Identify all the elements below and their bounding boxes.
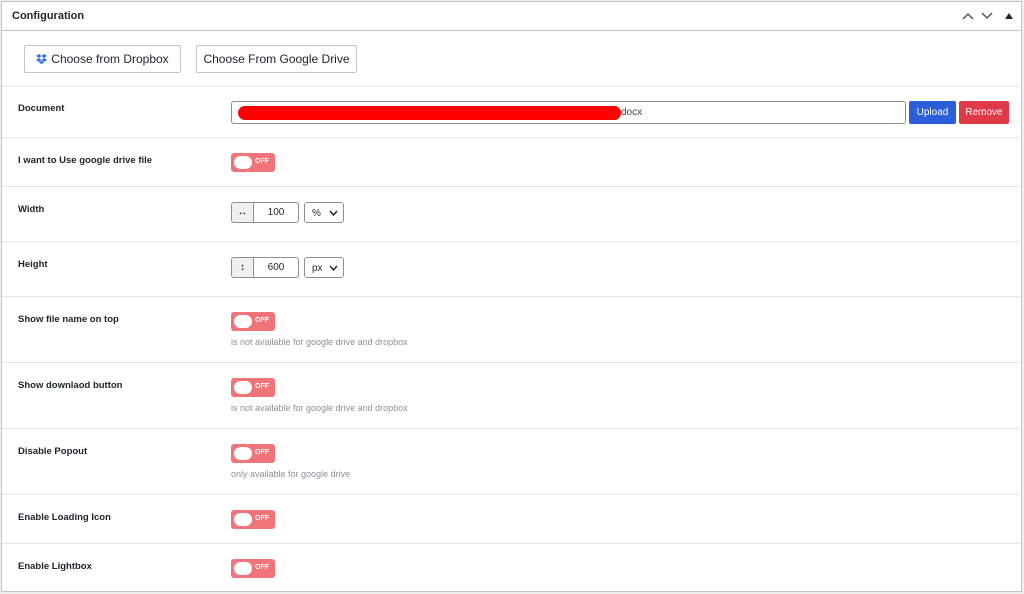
chevron-down-icon (329, 263, 338, 274)
disable-popout-toggle[interactable]: OFF (231, 444, 275, 463)
row-disable-popout: Disable Popout OFF only available for go… (2, 429, 1021, 495)
redaction-bar (238, 106, 621, 120)
height-group: ↕ 600 (231, 257, 299, 278)
toggle-state: OFF (255, 564, 269, 571)
toggle-knob (234, 315, 252, 328)
toggle-knob (234, 447, 252, 460)
loading-icon-label: Enable Loading Icon (18, 512, 111, 523)
remove-button[interactable]: Remove (959, 101, 1009, 124)
width-group: ↔ 100 (231, 202, 299, 223)
toggle-state: OFF (255, 449, 269, 456)
width-label: Width (18, 204, 45, 215)
choose-gdrive-button[interactable]: Choose From Google Drive (196, 45, 357, 73)
row-height: Height ↕ 600 px (2, 242, 1021, 297)
triangle-up-icon[interactable] (1001, 8, 1017, 24)
height-label: Height (18, 259, 48, 270)
toggle-state: OFF (255, 383, 269, 390)
document-input[interactable]: docx (231, 101, 906, 124)
dropbox-button-label: Choose from Dropbox (51, 52, 169, 66)
toggle-knob (234, 513, 252, 526)
show-file-name-label: Show file name on top (18, 314, 119, 325)
row-document: Document docx Upload Remove (2, 87, 1021, 138)
row-show-download: Show downlaod button OFF is not availabl… (2, 363, 1021, 429)
use-gdrive-toggle[interactable]: OFF (231, 153, 275, 172)
toggle-knob (234, 381, 252, 394)
show-download-label: Show downlaod button (18, 380, 123, 391)
row-use-gdrive: I want to Use google drive file OFF (2, 138, 1021, 187)
horizontal-arrows-icon: ↔ (231, 202, 253, 223)
document-label: Document (18, 103, 65, 114)
disable-popout-label: Disable Popout (18, 446, 88, 457)
toggle-state: OFF (255, 158, 269, 165)
row-show-file-name: Show file name on top OFF is not availab… (2, 297, 1021, 363)
width-unit-select[interactable]: % (304, 202, 344, 223)
configuration-panel: Configuration Choose from Dropbox Choose… (1, 1, 1022, 592)
dropbox-icon (36, 54, 48, 64)
toggle-state: OFF (255, 317, 269, 324)
loading-icon-toggle[interactable]: OFF (231, 510, 275, 529)
height-unit-value: px (312, 263, 323, 274)
chevron-up-icon[interactable] (960, 8, 976, 24)
source-bar: Choose from Dropbox Choose From Google D… (2, 31, 1021, 87)
width-unit-value: % (312, 208, 321, 219)
row-width: Width ↔ 100 % (2, 187, 1021, 242)
panel-title: Configuration (12, 10, 85, 22)
toggle-knob (234, 156, 252, 169)
show-file-name-toggle[interactable]: OFF (231, 312, 275, 331)
gdrive-button-label: Choose From Google Drive (203, 52, 350, 66)
choose-dropbox-button[interactable]: Choose from Dropbox (24, 45, 181, 73)
disable-popout-hint: only available for google drive (231, 469, 351, 479)
toggle-knob (234, 562, 252, 575)
chevron-down-icon (329, 208, 338, 219)
width-input[interactable]: 100 (253, 202, 299, 223)
upload-button[interactable]: Upload (909, 101, 956, 124)
lightbox-toggle[interactable]: OFF (231, 559, 275, 578)
row-lightbox: Enable Lightbox OFF (2, 544, 1021, 592)
show-file-name-hint: is not available for google drive and dr… (231, 337, 408, 347)
show-download-hint: is not available for google drive and dr… (231, 403, 408, 413)
height-input[interactable]: 600 (253, 257, 299, 278)
panel-header: Configuration (2, 2, 1021, 31)
vertical-arrows-icon: ↕ (231, 257, 253, 278)
toggle-state: OFF (255, 515, 269, 522)
lightbox-label: Enable Lightbox (18, 561, 92, 572)
row-loading-icon: Enable Loading Icon OFF (2, 495, 1021, 544)
document-suffix: docx (621, 107, 643, 118)
use-gdrive-label: I want to Use google drive file (18, 155, 153, 166)
height-unit-select[interactable]: px (304, 257, 344, 278)
chevron-down-icon[interactable] (979, 8, 995, 24)
show-download-toggle[interactable]: OFF (231, 378, 275, 397)
